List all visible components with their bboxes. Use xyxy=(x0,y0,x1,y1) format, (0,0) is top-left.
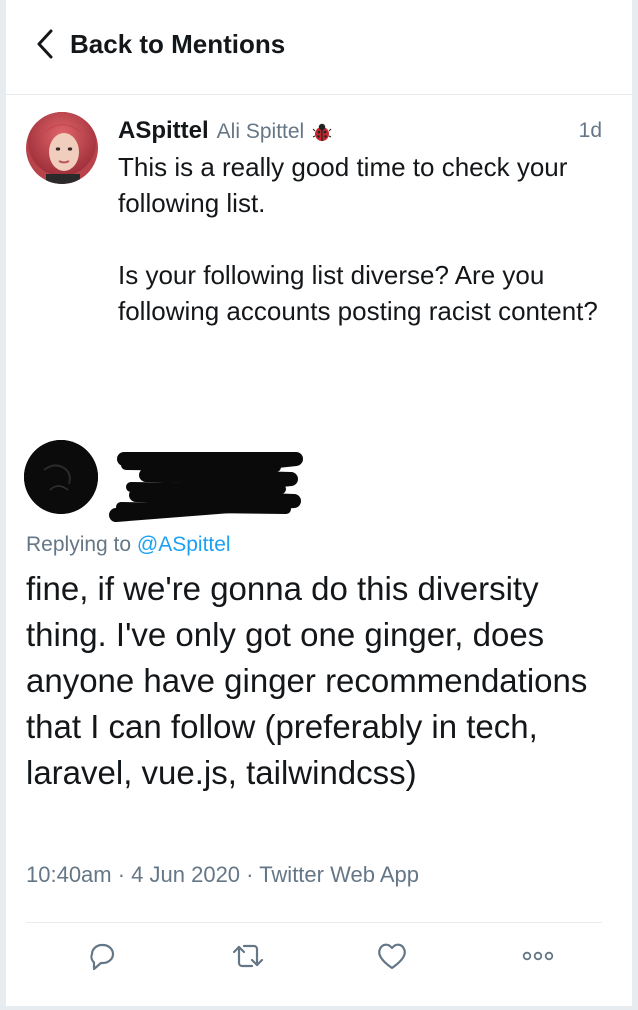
avatar[interactable] xyxy=(26,112,98,184)
action-bar xyxy=(6,930,632,990)
tweet-meta[interactable]: 10:40am · 4 Jun 2020 · Twitter Web App xyxy=(26,862,419,888)
bottom-border xyxy=(6,1006,632,1010)
reply-button[interactable] xyxy=(82,938,122,978)
mention-link[interactable]: @ASpittel xyxy=(137,533,231,556)
like-icon xyxy=(375,940,409,977)
reply-text: fine, if we're gonna do this diversity t… xyxy=(26,570,588,791)
header: Back to Mentions xyxy=(6,0,632,95)
retweet-button[interactable] xyxy=(228,938,268,978)
more-icon xyxy=(521,949,555,967)
reply-icon xyxy=(85,939,119,978)
tweet-header: ASpittel Ali Spittel 1d xyxy=(118,117,602,147)
tweet-view: Back to Mentions ASpittel Ali Spittel 1d… xyxy=(0,0,638,1010)
replying-prefix: Replying to xyxy=(26,533,132,556)
redacted-name-scribble xyxy=(106,445,306,530)
original-tweet[interactable]: ASpittel Ali Spittel 1d This is a really… xyxy=(6,95,632,425)
back-label: Back to Mentions xyxy=(70,28,286,59)
avatar-redacted[interactable] xyxy=(24,440,98,514)
tweet-text: This is a really good time to check your… xyxy=(118,152,598,326)
like-button[interactable] xyxy=(372,938,412,978)
display-name[interactable]: ASpittel xyxy=(118,117,209,145)
more-button[interactable] xyxy=(518,938,558,978)
chevron-left-icon xyxy=(36,28,54,60)
user-handle[interactable]: Ali Spittel xyxy=(217,120,305,144)
retweet-icon xyxy=(230,939,266,978)
reply-author[interactable] xyxy=(6,430,632,530)
divider xyxy=(26,922,602,923)
back-button[interactable]: Back to Mentions xyxy=(36,28,285,60)
tweet-time[interactable]: 1d xyxy=(579,119,602,143)
replying-to: Replying to @ASpittel xyxy=(26,533,231,557)
ladybug-icon xyxy=(312,122,332,142)
